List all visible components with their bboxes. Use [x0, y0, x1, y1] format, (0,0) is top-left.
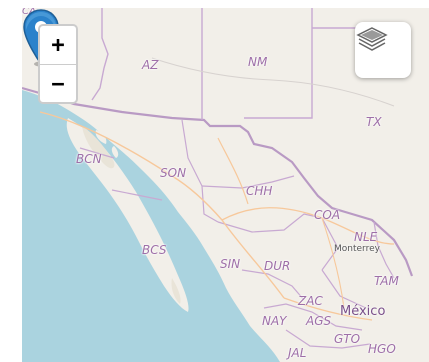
layers-button[interactable]: [355, 22, 411, 78]
zoom-control: + −: [38, 24, 78, 104]
island: [111, 146, 119, 158]
layers-icon: [356, 27, 388, 51]
map-label-zac: ZAC: [298, 294, 323, 308]
map-viewport[interactable]: + − CA AZ NM TX BCN SON CHH COA NLE Mont…: [22, 8, 429, 362]
map-label-monterrey: Monterrey: [334, 244, 380, 254]
map-label-jal: JAL: [288, 346, 307, 360]
map-label-chh: CHH: [246, 184, 273, 198]
map-label-son: SON: [160, 166, 187, 180]
map-label-nle: NLE: [354, 230, 378, 244]
map-label-nay: NAY: [262, 314, 287, 328]
zoom-in-button[interactable]: +: [40, 26, 76, 65]
map-label-hgo: HGO: [368, 342, 396, 356]
map-label-mexico: México: [340, 304, 386, 319]
map-label-ags: AGS: [306, 314, 332, 328]
map-label-bcs: BCS: [142, 243, 167, 257]
map-label-gto: GTO: [334, 332, 361, 346]
map-label-dur: DUR: [264, 259, 291, 273]
map-label-bcn: BCN: [76, 152, 102, 166]
map-label-tx: TX: [366, 115, 382, 129]
map-label-nm: NM: [248, 55, 268, 69]
map-label-tam: TAM: [374, 274, 399, 288]
map-frame: + − CA AZ NM TX BCN SON CHH COA NLE Mont…: [0, 0, 429, 362]
map-label-az: AZ: [142, 58, 159, 72]
map-label-sin: SIN: [220, 257, 241, 271]
map-label-coa: COA: [314, 208, 341, 222]
zoom-out-button[interactable]: −: [40, 65, 76, 103]
